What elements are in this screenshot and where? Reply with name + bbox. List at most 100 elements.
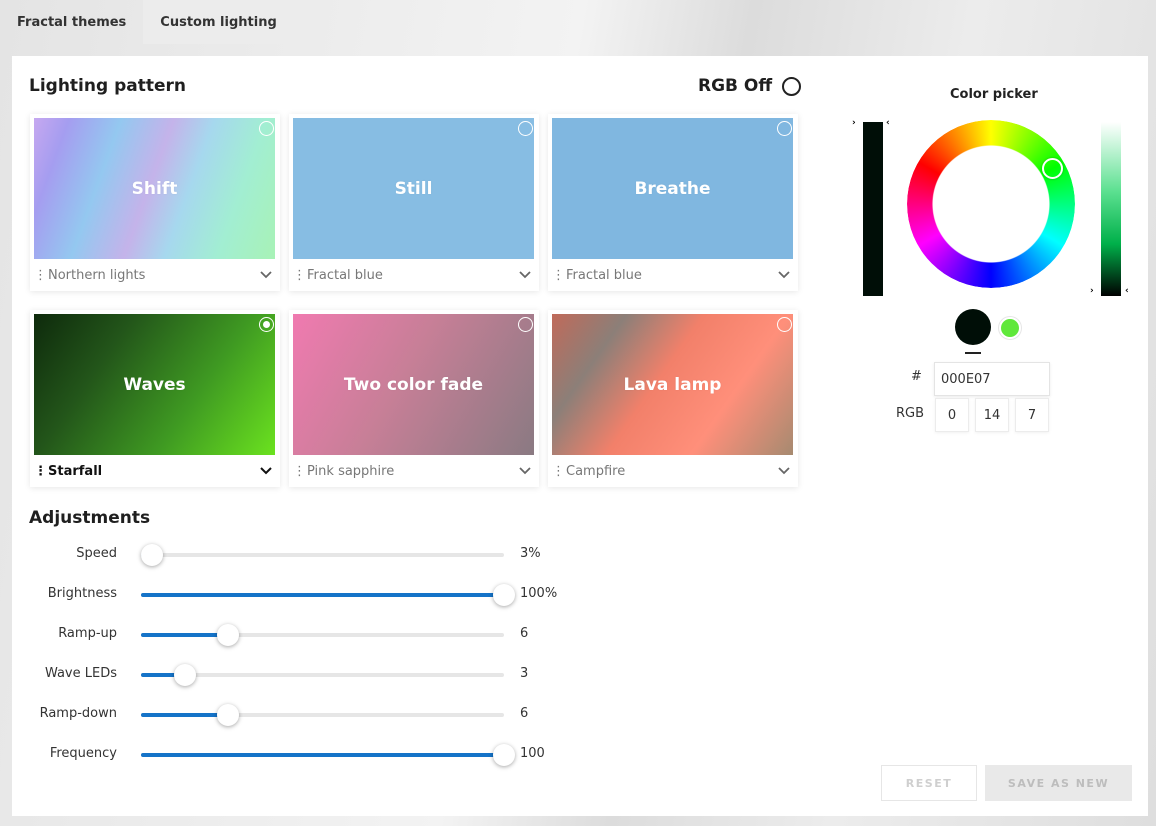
adjustment-value: 3% xyxy=(520,546,541,561)
adjustment-value: 100 xyxy=(520,746,545,761)
radio-icon[interactable] xyxy=(518,317,533,332)
slider-thumb[interactable] xyxy=(140,544,163,566)
preset-name: Campfire xyxy=(566,463,626,479)
tab-bar: Fractal themes Custom lighting xyxy=(0,0,294,44)
preset-name: Pink sapphire xyxy=(307,463,395,479)
adjustment-label: Frequency xyxy=(49,746,117,761)
speed-slider[interactable] xyxy=(140,544,504,566)
hex-input[interactable] xyxy=(934,362,1050,396)
adjustment-label: Speed xyxy=(76,546,117,561)
preset-selector[interactable]: ⋮ Campfire xyxy=(548,455,798,487)
pattern-name: Two color fade xyxy=(343,374,484,395)
chevron-down-icon[interactable] xyxy=(778,464,790,479)
arrow-left-icon: ‹ xyxy=(886,118,890,128)
adjustment-ramp-up: Ramp-up 6 xyxy=(12,614,572,654)
tab-fractal-themes[interactable]: Fractal themes xyxy=(0,0,143,44)
preset-selector[interactable]: ⋮ Northern lights xyxy=(30,259,280,291)
active-color-indicator xyxy=(965,352,981,354)
slider-thumb[interactable] xyxy=(173,664,196,686)
ramp-down-slider[interactable] xyxy=(141,704,504,726)
preset-name: Starfall xyxy=(48,463,103,479)
blue-input[interactable]: 7 xyxy=(1015,398,1049,432)
pattern-swatch: Two color fade xyxy=(293,314,534,455)
preset-name: Fractal blue xyxy=(566,267,642,283)
adjustment-value: 100% xyxy=(520,586,558,601)
rgb-label: RGB xyxy=(896,406,925,421)
frequency-slider[interactable] xyxy=(141,744,515,766)
drag-handle-icon[interactable]: ⋮ xyxy=(34,269,47,282)
primary-color-swatch[interactable] xyxy=(955,309,991,345)
adjustment-label: Ramp-down xyxy=(39,706,117,721)
slider-thumb[interactable] xyxy=(493,744,515,766)
pattern-swatch: Breathe xyxy=(552,118,793,259)
chevron-down-icon[interactable] xyxy=(778,268,790,283)
chevron-down-icon[interactable] xyxy=(519,268,531,283)
brightness-slider[interactable] xyxy=(141,584,515,606)
adjustment-label: Ramp-up xyxy=(58,626,117,641)
preset-selector[interactable]: ⋮ Fractal blue xyxy=(548,259,798,291)
radio-icon xyxy=(782,76,802,96)
pattern-swatch: Waves xyxy=(34,314,275,455)
adjustment-label: Brightness xyxy=(47,586,117,601)
secondary-color-swatch[interactable] xyxy=(999,317,1021,339)
radio-icon[interactable] xyxy=(259,121,274,136)
preset-selector[interactable]: ⋮ Fractal blue xyxy=(289,259,539,291)
pattern-card-breathe[interactable]: Breathe ⋮ Fractal blue xyxy=(548,114,798,291)
adjustment-value: 6 xyxy=(520,626,529,641)
chevron-down-icon[interactable] xyxy=(260,464,272,479)
color-wheel[interactable] xyxy=(907,120,1075,288)
red-input[interactable]: 0 xyxy=(935,398,969,432)
radio-icon[interactable] xyxy=(777,317,792,332)
color-picker-title: Color picker xyxy=(950,87,1038,102)
drag-handle-icon[interactable]: ⋮ xyxy=(293,269,306,282)
pattern-card-waves[interactable]: Waves ⋮ Starfall xyxy=(30,310,280,487)
drag-handle-icon[interactable]: ⋮ xyxy=(552,465,565,478)
rgb-off-label: RGB Off xyxy=(698,76,773,96)
slider-thumb[interactable] xyxy=(217,624,240,646)
slider-thumb[interactable] xyxy=(217,704,240,726)
pattern-card-lava-lamp[interactable]: Lava lamp ⋮ Campfire xyxy=(548,310,798,487)
drag-handle-icon[interactable]: ⋮ xyxy=(293,465,306,478)
green-input[interactable]: 14 xyxy=(975,398,1009,432)
color-wheel-handle[interactable] xyxy=(1042,158,1063,179)
pattern-card-still[interactable]: Still ⋮ Fractal blue xyxy=(289,114,539,291)
slider-fill xyxy=(141,753,504,757)
drag-handle-icon[interactable]: ⋮ xyxy=(552,269,565,282)
adjustment-frequency: Frequency 100 xyxy=(12,734,572,774)
adjustments-title: Adjustments xyxy=(29,508,151,528)
tab-custom-lighting[interactable]: Custom lighting xyxy=(143,0,294,44)
ramp-up-slider[interactable] xyxy=(141,624,504,646)
rgb-off-toggle[interactable]: RGB Off xyxy=(698,76,802,96)
lighting-pattern-title: Lighting pattern xyxy=(29,76,186,96)
slider-fill xyxy=(141,713,229,717)
reset-button[interactable]: RESET xyxy=(881,765,977,801)
shade-slider[interactable] xyxy=(863,122,883,296)
pattern-name: Breathe xyxy=(634,178,711,199)
radio-selected-icon[interactable] xyxy=(259,317,274,332)
chevron-down-icon[interactable] xyxy=(260,268,272,283)
slider-fill xyxy=(141,633,229,637)
adjustment-speed: Speed 3% xyxy=(12,534,572,574)
pattern-name: Still xyxy=(394,178,433,199)
hex-label: # xyxy=(911,369,922,384)
wave-leds-slider[interactable] xyxy=(141,664,504,686)
slider-fill xyxy=(141,593,504,597)
pattern-swatch: Still xyxy=(293,118,534,259)
save-as-new-button[interactable]: SAVE AS NEW xyxy=(985,765,1132,801)
preset-name: Fractal blue xyxy=(307,267,383,283)
preset-selector[interactable]: ⋮ Pink sapphire xyxy=(289,455,539,487)
pattern-card-two-color-fade[interactable]: Two color fade ⋮ Pink sapphire xyxy=(289,310,539,487)
custom-lighting-panel: Lighting pattern RGB Off Shift ⋮ Norther… xyxy=(12,56,1148,816)
radio-icon[interactable] xyxy=(777,121,792,136)
adjustment-value: 3 xyxy=(520,666,529,681)
pattern-swatch: Lava lamp xyxy=(552,314,793,455)
adjustment-value: 6 xyxy=(520,706,529,721)
preset-selector[interactable]: ⋮ Starfall xyxy=(30,455,280,487)
radio-icon[interactable] xyxy=(518,121,533,136)
slider-thumb[interactable] xyxy=(493,584,515,606)
pattern-card-shift[interactable]: Shift ⋮ Northern lights xyxy=(30,114,280,291)
adjustment-wave-leds: Wave LEDs 3 xyxy=(12,654,572,694)
chevron-down-icon[interactable] xyxy=(519,464,531,479)
drag-handle-icon[interactable]: ⋮ xyxy=(34,465,47,478)
lightness-slider[interactable] xyxy=(1101,122,1121,296)
